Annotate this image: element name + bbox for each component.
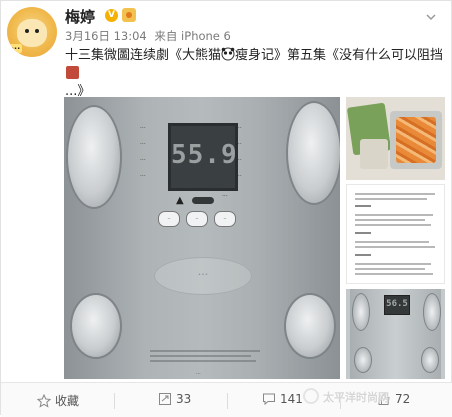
- mini-scale: 56.5: [350, 289, 441, 379]
- avatar-face: [17, 19, 47, 47]
- doc-heading: [355, 232, 371, 234]
- thumbnail-food[interactable]: [346, 97, 445, 180]
- main-photo[interactable]: ··· ··· ··· ··· ··· ··· ··· ··· 55.9 ▲ ·…: [64, 97, 340, 379]
- scale-button: ··: [186, 211, 208, 227]
- scale-fineprint: [150, 347, 260, 369]
- divider: [114, 393, 115, 409]
- repost-icon: [159, 393, 171, 405]
- doc-line: [355, 219, 425, 221]
- weibo-post-card: ··· 梅婷 V 3月16日 13:04 来自 iPhone 6 十三集微圖连续…: [0, 0, 452, 417]
- comment-count: 141: [280, 392, 303, 406]
- scale-reading: 55.9: [171, 140, 238, 170]
- vip-badge-icon: V: [105, 9, 118, 22]
- content-text-1: 十三集微圖连续劇《大熊猫: [65, 48, 222, 63]
- scale-electrode: [354, 347, 372, 373]
- doc-line: [355, 224, 431, 226]
- doc-heading: [355, 254, 371, 256]
- watermark-text: 太平洋时尚网: [323, 391, 389, 404]
- thumbnail-scale[interactable]: 56.5: [346, 289, 445, 379]
- scale-panel-label: ···: [140, 141, 146, 148]
- scale-electrode: [423, 293, 441, 331]
- doc-line: [355, 268, 425, 270]
- food-package: [360, 139, 388, 169]
- arrow-up-icon: ▲: [176, 195, 184, 206]
- scale-button: ··: [214, 211, 236, 227]
- medal-icon: [122, 8, 136, 22]
- scale-panel-label: ···: [140, 125, 146, 132]
- scale-control-panel: ··· ··· ··· ··· ··· ··· ··· ··· 55.9 ▲ ·…: [138, 119, 256, 229]
- doc-line: [355, 263, 431, 265]
- scale-button: ··: [158, 211, 180, 227]
- doc-line: [355, 193, 435, 195]
- panda-emoji-icon: [221, 47, 235, 61]
- repost-button[interactable]: 33: [158, 392, 191, 406]
- scale-brand-logo: ···: [154, 257, 252, 295]
- avatar-badge: ···: [9, 44, 23, 53]
- scale-electrode: [286, 101, 340, 205]
- post-time[interactable]: 3月16日 13:04: [65, 29, 147, 43]
- divider: [227, 393, 228, 409]
- post-meta: 3月16日 13:04 来自 iPhone 6: [65, 28, 235, 44]
- collect-button[interactable]: 收藏: [36, 392, 80, 409]
- avatar-eye: [25, 29, 29, 33]
- author-avatar[interactable]: ···: [7, 7, 57, 57]
- collect-label: 收藏: [55, 394, 80, 408]
- mini-scale-display: 56.5: [384, 295, 410, 315]
- comment-icon: [263, 393, 275, 406]
- watermark-logo-icon: [303, 388, 319, 404]
- angry-emoji-icon: [66, 66, 79, 79]
- scale-panel-label: ···: [140, 173, 146, 180]
- mini-scale-reading: 56.5: [386, 299, 408, 309]
- doc-line: [355, 198, 427, 200]
- post-source: 来自 iPhone 6: [154, 29, 231, 43]
- comment-button[interactable]: 141: [262, 392, 303, 406]
- scale-electrode: [66, 105, 122, 209]
- thumbnail-document[interactable]: [346, 184, 445, 284]
- scale-brand-text: ···: [197, 268, 209, 281]
- scale-electrode: [352, 293, 370, 331]
- doc-line: [355, 246, 435, 248]
- star-icon: [36, 393, 52, 408]
- repost-count: 33: [176, 392, 192, 406]
- scale-bottom-brand: ···: [196, 371, 201, 377]
- chevron-down-icon[interactable]: [425, 11, 437, 23]
- author-name[interactable]: 梅婷: [65, 6, 95, 27]
- post-content: 十三集微圖连续劇《大熊猫 瘦身记》第五集《没有什么可以阻挡 ...》: [65, 47, 445, 101]
- content-text-1b: 瘦身记》第五集《没有什么可以阻挡: [235, 48, 444, 63]
- scale-panel-label: ···: [222, 193, 228, 200]
- like-count: 72: [395, 392, 411, 406]
- scale-electrode: [421, 347, 439, 373]
- doc-heading: [355, 205, 371, 207]
- scale-electrode: [70, 293, 122, 359]
- avatar-eye: [35, 29, 39, 33]
- doc-line: [355, 214, 433, 216]
- doc-line: [355, 241, 429, 243]
- scale-panel-label: ···: [140, 157, 146, 164]
- food-contents: [396, 117, 436, 163]
- scale-slot: [192, 197, 214, 204]
- doc-line: [355, 273, 433, 275]
- scale-display: 55.9: [168, 123, 238, 191]
- scale-electrode: [284, 293, 336, 359]
